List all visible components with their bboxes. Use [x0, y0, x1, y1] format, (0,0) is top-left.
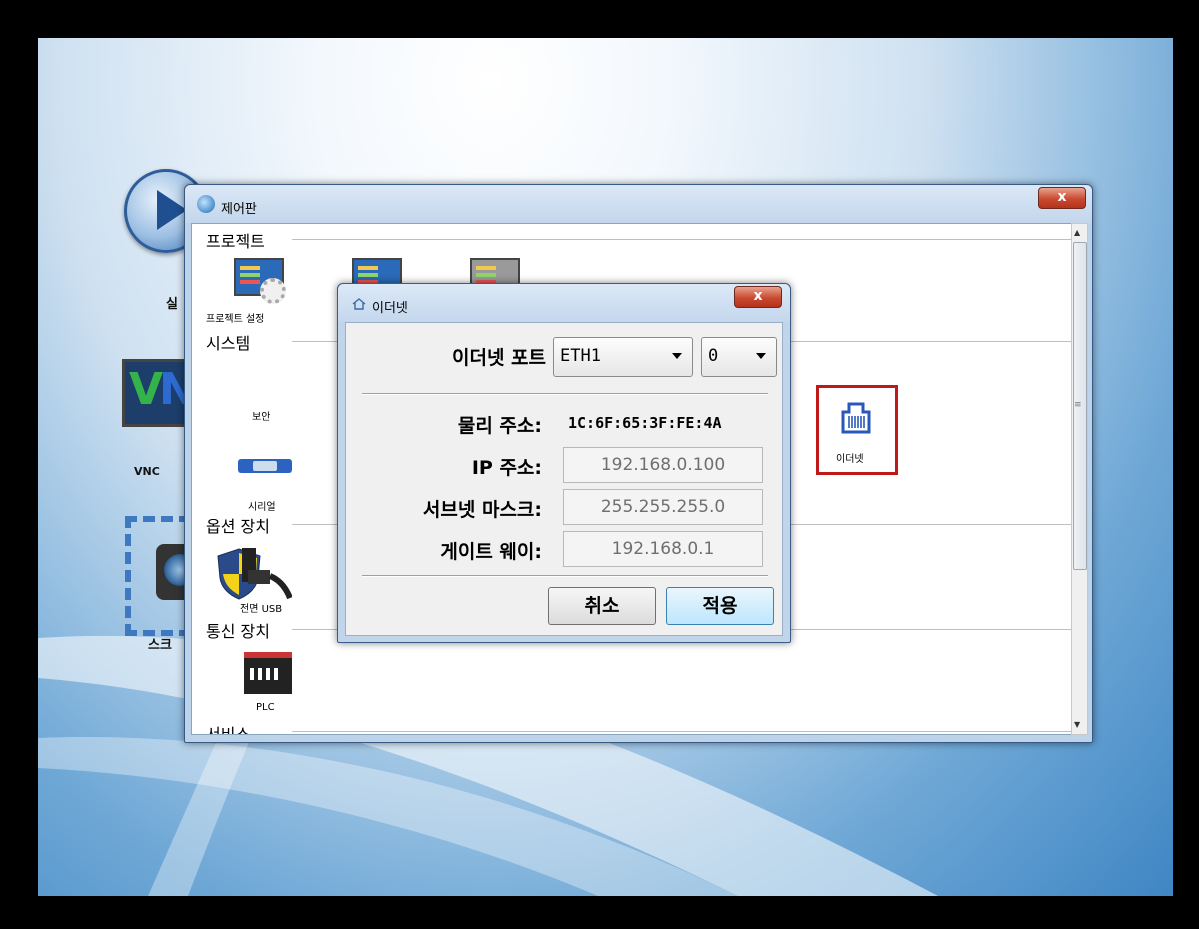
ethernet-dialog: 이더넷 x 이더넷 포트 ETH1 0 물리 주소: 1C:6F:65:3F:F…	[337, 283, 791, 643]
close-button[interactable]: x	[734, 286, 782, 308]
subnet-mask-field[interactable]: 255.255.255.0	[563, 489, 763, 525]
group-divider	[292, 731, 1072, 732]
subnet-mask-label: 서브넷 마스크:	[422, 499, 542, 521]
plc-icon[interactable]	[244, 652, 292, 694]
desktop-run-label: 실	[166, 297, 178, 312]
ethernet-label: 이더넷	[836, 454, 864, 465]
scroll-down-icon[interactable]: ▼	[1074, 720, 1080, 729]
screen-capture-label: 스크	[148, 638, 172, 653]
control-panel-titlebar[interactable]: 제어판 x	[185, 185, 1092, 223]
ethernet-dialog-title: 이더넷	[372, 301, 408, 316]
mac-address-value: 1C:6F:65:3F:FE:4A	[568, 414, 722, 432]
ip-address-field[interactable]: 192.168.0.100	[563, 447, 763, 483]
ethernet-item[interactable]: 이더넷	[816, 385, 898, 475]
group-label-service: 서비스	[206, 721, 253, 734]
serial-port-icon[interactable]	[238, 459, 292, 473]
ethernet-index-value: 0	[708, 346, 719, 366]
close-button[interactable]: x	[1038, 187, 1086, 209]
security-label: 보안	[252, 412, 271, 423]
control-panel-icon	[197, 195, 215, 213]
chevron-down-icon	[672, 353, 682, 359]
mac-address-label: 물리 주소:	[457, 415, 542, 437]
chevron-down-icon	[756, 353, 766, 359]
vnc-label: VNC	[134, 465, 160, 478]
group-label-comm: 통신 장치	[206, 618, 272, 642]
usb-icon[interactable]	[240, 546, 292, 600]
scroll-up-icon[interactable]: ▲	[1074, 228, 1080, 237]
vertical-scrollbar[interactable]: ▲ ≡ ▼	[1071, 223, 1088, 735]
plc-label: PLC	[256, 702, 275, 713]
usb-label: 전면 USB	[240, 604, 283, 615]
separator	[362, 575, 768, 577]
ethernet-dialog-content: 이더넷 포트 ETH1 0 물리 주소: 1C:6F:65:3F:FE:4A I…	[345, 322, 783, 636]
apply-button[interactable]: 적용	[666, 587, 774, 625]
item-label: 프로젝트 설정	[206, 314, 265, 325]
group-label-options: 옵션 장치	[206, 513, 272, 537]
cancel-button[interactable]: 취소	[548, 587, 656, 625]
gateway-field[interactable]: 192.168.0.1	[563, 531, 763, 567]
ethernet-port-value: ETH1	[560, 346, 601, 366]
control-panel-title: 제어판	[221, 202, 257, 217]
ip-address-label: IP 주소:	[471, 457, 542, 479]
project-settings-item[interactable]: 프로젝트 설정	[206, 258, 302, 326]
gear-icon	[260, 278, 286, 304]
ethernet-dialog-titlebar[interactable]: 이더넷 x	[338, 284, 790, 322]
home-icon	[352, 298, 366, 310]
ethernet-index-select[interactable]: 0	[701, 337, 777, 377]
scroll-grip-icon: ≡	[1074, 400, 1082, 410]
ethernet-port-icon	[841, 402, 871, 434]
separator	[362, 393, 768, 395]
group-label-system: 시스템	[206, 330, 253, 354]
ethernet-port-select[interactable]: ETH1	[553, 337, 693, 377]
group-divider	[292, 239, 1072, 240]
gateway-label: 게이트 웨이:	[440, 541, 542, 563]
group-label-project: 프로젝트	[206, 228, 267, 252]
ethernet-port-label: 이더넷 포트	[451, 347, 546, 369]
serial-label: 시리얼	[248, 502, 276, 513]
